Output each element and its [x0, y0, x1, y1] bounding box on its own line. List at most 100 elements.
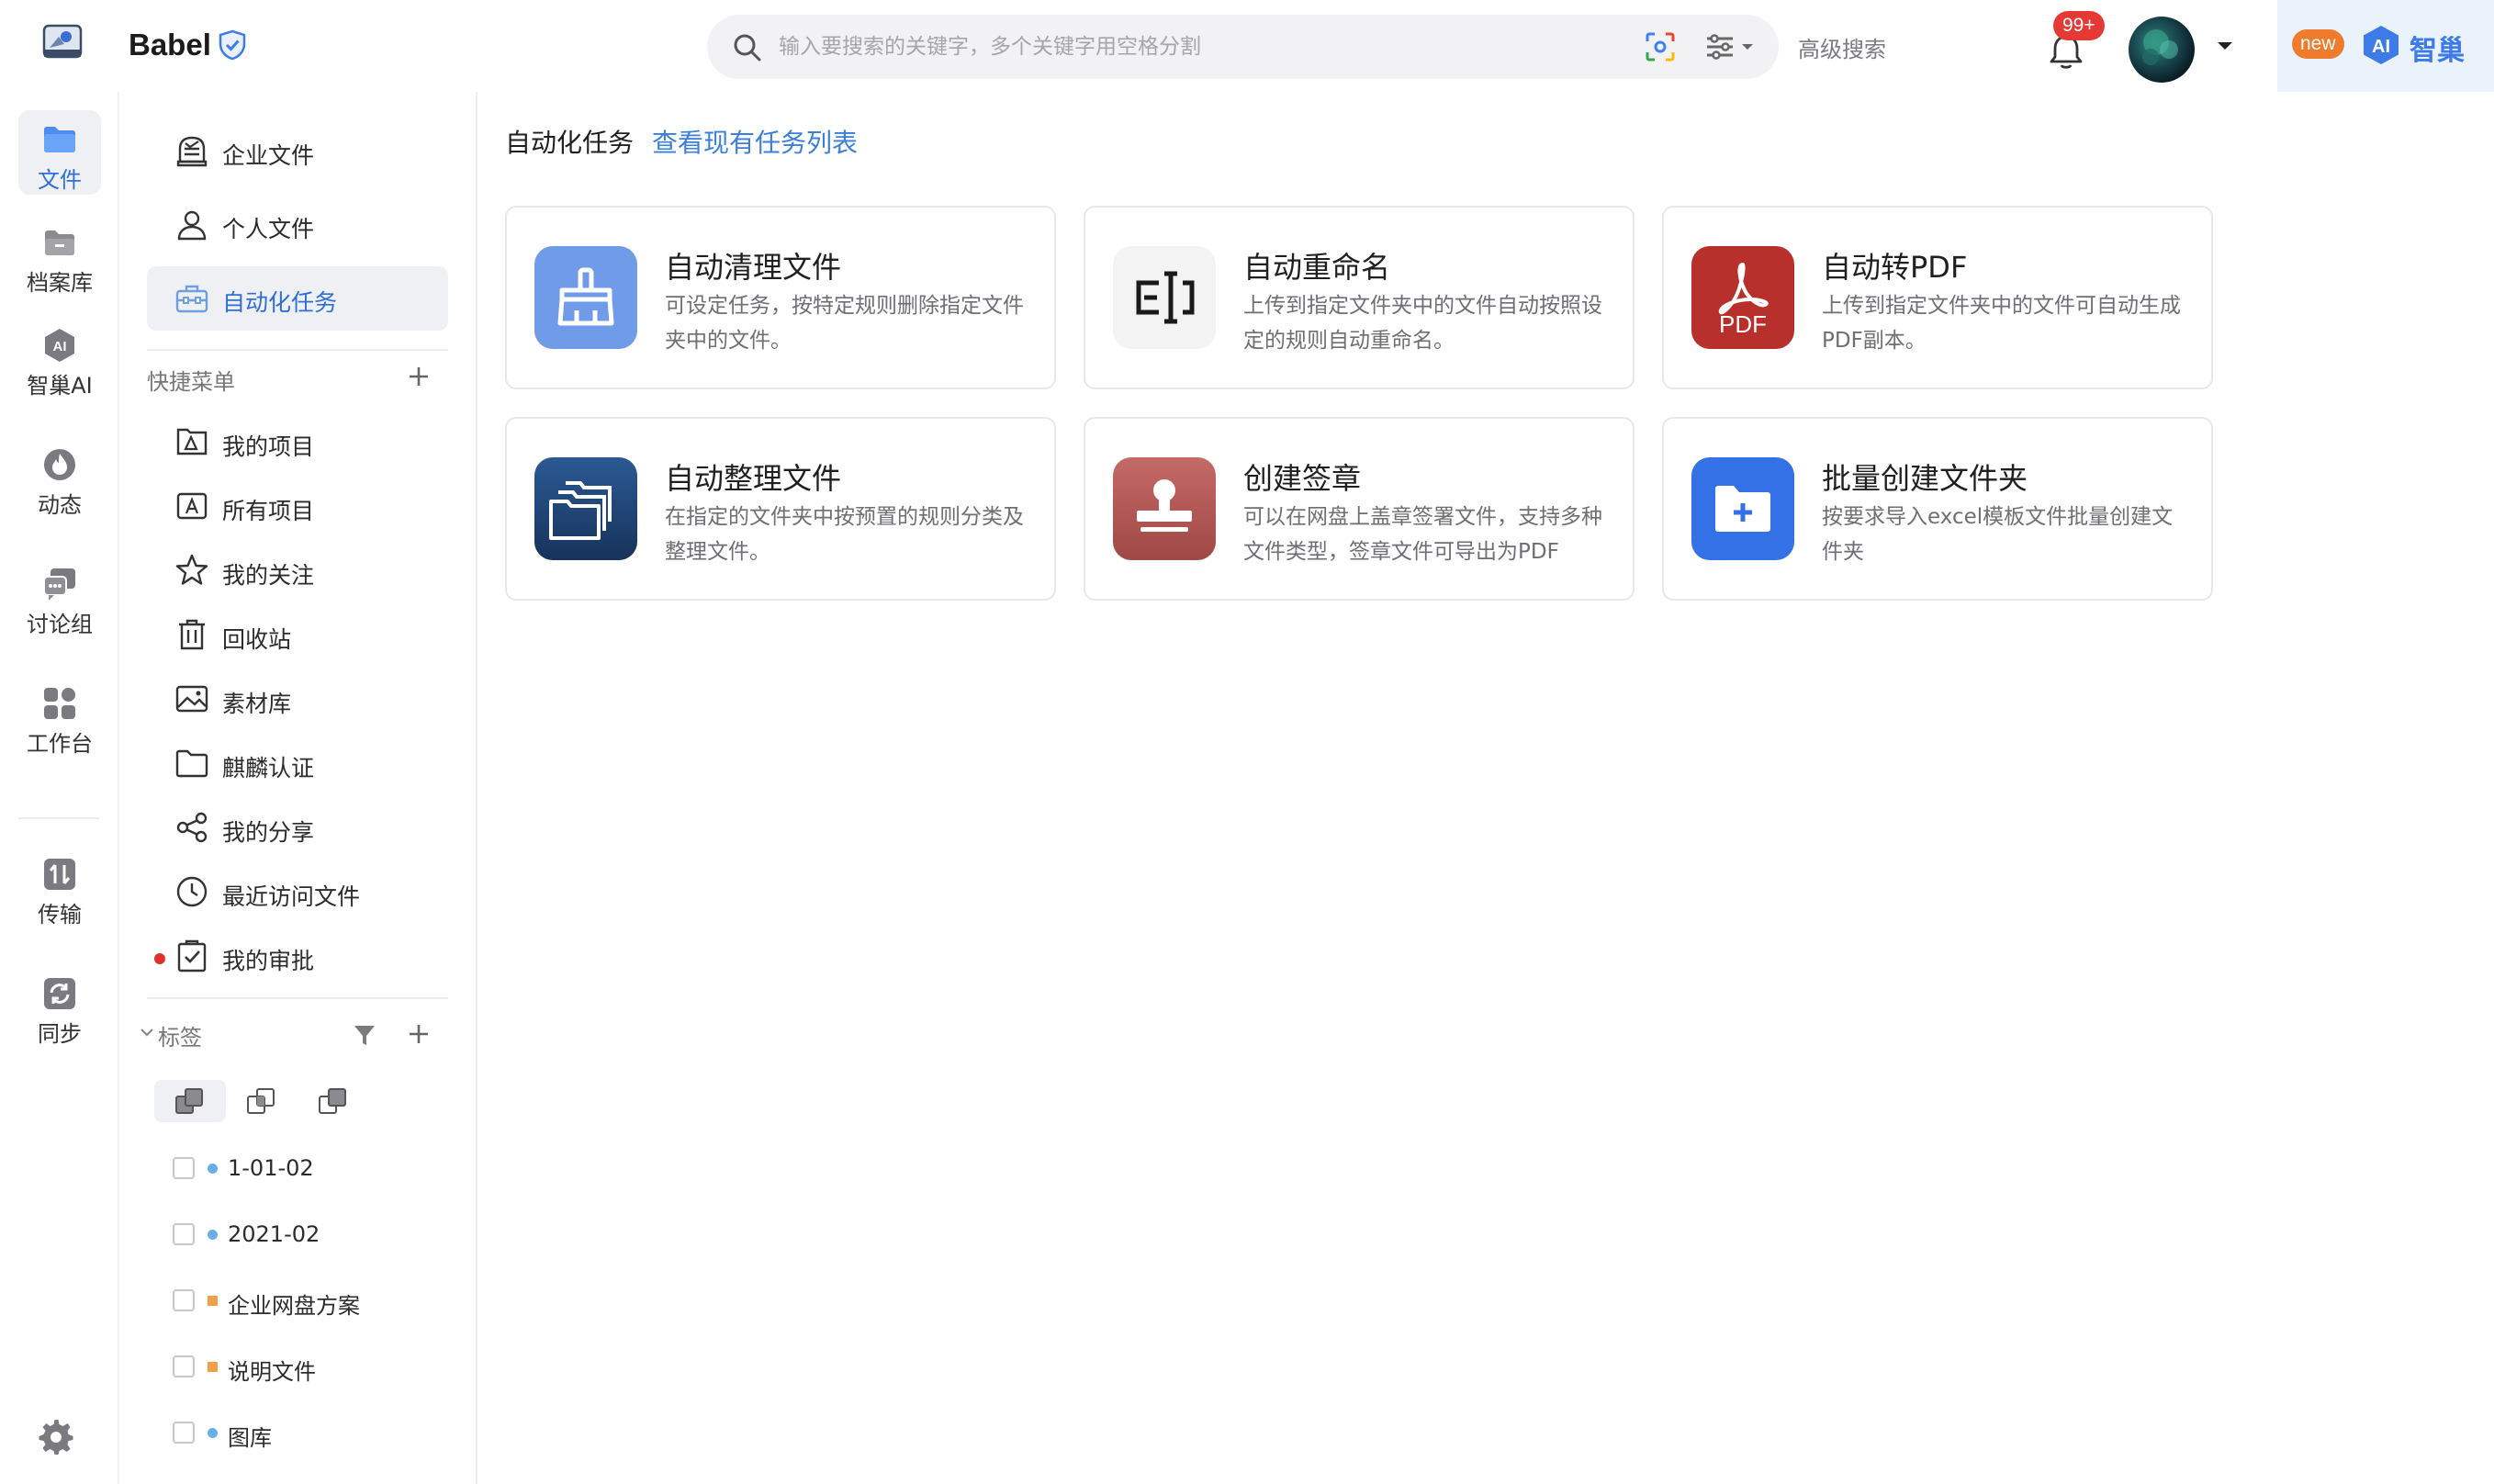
- tag-checkbox[interactable]: [173, 1422, 195, 1444]
- sidebar-item-label: 我的分享: [222, 819, 315, 846]
- sidebar-item-recent-files[interactable]: 最近访问文件: [147, 865, 448, 916]
- sidebar-item-label: 麒麟认证: [222, 755, 315, 781]
- tag-checkbox[interactable]: [173, 1157, 195, 1179]
- transfer-icon: [44, 859, 75, 890]
- task-card-auto-rename[interactable]: 自动重命名 上传到指定文件夹中的文件自动按照设定的规则自动重命名。: [1084, 206, 1635, 389]
- search-filter-icon[interactable]: [1703, 31, 1758, 62]
- app-logo-icon[interactable]: [40, 20, 84, 64]
- sidebar-item-materials[interactable]: 素材库: [147, 672, 448, 724]
- gear-icon[interactable]: [37, 1418, 75, 1456]
- card-icon-box: [534, 246, 637, 349]
- tag-row[interactable]: 1-01-02: [173, 1148, 448, 1186]
- clock-icon: [176, 876, 208, 907]
- view-task-list-link[interactable]: 查看现有任务列表: [652, 123, 858, 160]
- tag-color-square: [208, 1362, 218, 1372]
- folder-icon: [44, 127, 75, 152]
- sidebar-item-my-shares[interactable]: 我的分享: [147, 801, 448, 852]
- tags-title: 标签: [158, 1025, 202, 1051]
- sidebar-item-kylin-cert[interactable]: 麒麟认证: [147, 736, 448, 788]
- rail-label: 动态: [38, 492, 82, 518]
- rail-item-discussion[interactable]: 讨论组: [18, 555, 101, 639]
- search-icon[interactable]: [731, 31, 764, 64]
- sidebar-item-label: 我的项目: [222, 433, 315, 460]
- tag-color-dot: [208, 1428, 218, 1438]
- avatar[interactable]: [2129, 17, 2195, 83]
- svg-text:AI: AI: [53, 339, 67, 354]
- card-title: 批量创建文件夹: [1822, 461, 2028, 496]
- sidebar-item-enterprise-files[interactable]: 企业文件: [147, 119, 448, 184]
- card-title: 自动清理文件: [665, 250, 842, 285]
- tag-checkbox[interactable]: [173, 1289, 195, 1311]
- sidebar-separator: [476, 92, 477, 1484]
- tag-exclude-view-button[interactable]: [298, 1080, 369, 1122]
- rail-item-activity[interactable]: 动态: [18, 435, 101, 520]
- task-card-create-seal[interactable]: 创建签章 可以在网盘上盖章签署文件，支持多种文件类型，签章文件可导出为PDF: [1084, 417, 1635, 601]
- tag-row[interactable]: 图库: [173, 1412, 448, 1451]
- task-card-batch-folders[interactable]: 批量创建文件夹 按要求导入excel模板文件批量创建文件夹: [1662, 417, 2213, 601]
- rename-icon: [1136, 271, 1195, 324]
- sidebar-item-my-projects[interactable]: 我的项目: [147, 415, 448, 467]
- advanced-search-link[interactable]: 高级搜索: [1798, 31, 1886, 63]
- rail-item-ai[interactable]: AI 智巢AI: [18, 316, 101, 400]
- brand-name: Babel: [129, 28, 211, 62]
- card-icon-box: [1691, 457, 1794, 560]
- search-input[interactable]: [779, 28, 1587, 66]
- exclude-icon: [319, 1088, 346, 1114]
- filter-icon[interactable]: [351, 1021, 378, 1049]
- sidebar-item-label: 最近访问文件: [222, 883, 361, 910]
- sidebar-item-all-projects[interactable]: 所有项目: [147, 479, 448, 531]
- rail-item-transfer[interactable]: 传输: [18, 845, 101, 929]
- tag-intersect-view-button[interactable]: [226, 1080, 298, 1122]
- tag-color-square: [208, 1296, 218, 1306]
- pdf-icon: PDF: [1718, 263, 1769, 338]
- chevron-down-icon[interactable]: [2215, 39, 2235, 53]
- card-description: 可设定任务，按特定规则删除指定文件夹中的文件。: [665, 294, 1024, 353]
- union-icon: [175, 1088, 203, 1114]
- card-description: 上传到指定文件夹中的文件自动按照设定的规则自动重命名。: [1243, 294, 1602, 353]
- rail-item-workbench[interactable]: 工作台: [18, 674, 101, 759]
- card-title: 创建签章: [1243, 461, 1362, 496]
- rail-label: 同步: [38, 1021, 82, 1047]
- ai-promo-label: 智巢: [2410, 35, 2465, 67]
- add-tag-icon[interactable]: [406, 1021, 432, 1047]
- tag-row[interactable]: 2021-02: [173, 1214, 448, 1253]
- search-bar: [707, 15, 1779, 79]
- app-rail: 文件 档案库 AI 智巢AI 动态 讨论组 工作台 传输 同步: [0, 92, 118, 1484]
- my-project-icon: [176, 428, 208, 455]
- ai-icon: AI: [45, 329, 74, 362]
- rail-item-sync[interactable]: 同步: [18, 964, 101, 1049]
- tag-row[interactable]: 说明文件: [173, 1346, 448, 1385]
- tag-row[interactable]: 企业网盘方案: [173, 1280, 448, 1319]
- chevron-down-icon[interactable]: [138, 1025, 156, 1040]
- trash-icon: [179, 619, 205, 650]
- verified-shield-icon: [219, 29, 246, 61]
- sidebar-item-personal-files[interactable]: 个人文件: [147, 193, 448, 257]
- folder-add-icon: [1715, 486, 1770, 532]
- rail-item-files[interactable]: 文件: [18, 110, 101, 195]
- image-search-icon[interactable]: [1644, 30, 1677, 63]
- notification-badge: 99+: [2053, 11, 2105, 40]
- sidebar-item-label: 素材库: [222, 691, 292, 717]
- svg-text:AI: AI: [2372, 37, 2390, 57]
- card-description: 上传到指定文件夹中的文件可自动生成PDF副本。: [1822, 294, 2181, 353]
- task-card-auto-organize[interactable]: 自动整理文件 在指定的文件夹中按预置的规则分类及整理文件。: [505, 417, 1056, 601]
- sidebar-item-automation[interactable]: 自动化任务: [147, 266, 448, 331]
- flame-icon: [44, 449, 75, 480]
- task-card-auto-pdf[interactable]: PDF 自动转PDF 上传到指定文件夹中的文件可自动生成PDF副本。: [1662, 206, 2213, 389]
- ai-icon: AI: [2364, 26, 2399, 64]
- tag-checkbox[interactable]: [173, 1355, 195, 1377]
- rail-label: 工作台: [27, 731, 93, 757]
- sidebar-item-recycle-bin[interactable]: 回收站: [147, 608, 448, 659]
- tag-union-view-button[interactable]: [154, 1080, 226, 1122]
- task-card-auto-clean[interactable]: 自动清理文件 可设定任务，按特定规则删除指定文件夹中的文件。: [505, 206, 1056, 389]
- tag-checkbox[interactable]: [173, 1223, 195, 1245]
- sidebar-item-label: 自动化任务: [222, 289, 338, 316]
- add-quick-menu-icon[interactable]: [406, 364, 432, 389]
- rail-label: 传输: [38, 902, 82, 928]
- rail-label: 智巢AI: [27, 373, 93, 399]
- card-title: 自动整理文件: [665, 461, 842, 496]
- ai-promo-button[interactable]: new AI 智巢: [2277, 0, 2494, 92]
- rail-item-archive[interactable]: 档案库: [18, 213, 101, 298]
- sidebar-item-my-approvals[interactable]: 我的审批: [147, 929, 448, 981]
- sidebar-item-my-follows[interactable]: 我的关注: [147, 544, 448, 595]
